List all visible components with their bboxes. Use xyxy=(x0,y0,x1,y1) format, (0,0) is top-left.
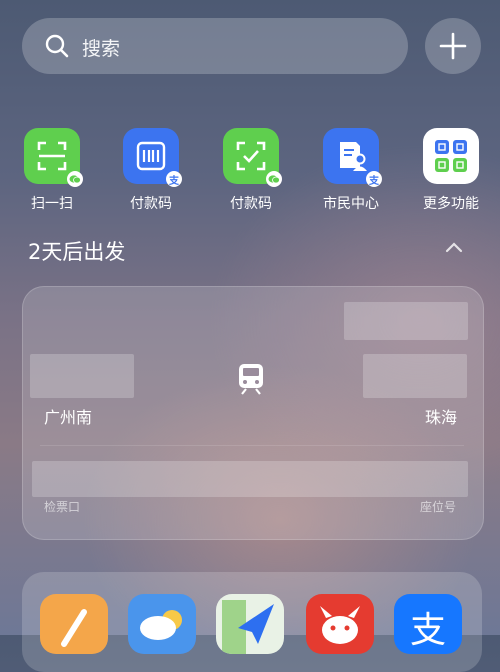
alipay-badge-icon: 支 xyxy=(366,171,382,187)
app-citizen-center[interactable]: 支 市民中心 xyxy=(306,128,396,218)
scan-icon xyxy=(24,128,83,187)
alipay-badge-icon: 支 xyxy=(166,171,182,187)
app-more-functions[interactable]: 更多功能 xyxy=(406,128,496,218)
grid-icon xyxy=(423,128,479,184)
search-icon xyxy=(45,34,69,58)
redacted-arrival-time xyxy=(363,354,467,398)
app-label: 市民中心 xyxy=(323,196,379,212)
plus-icon xyxy=(439,32,467,60)
wechat-badge-icon xyxy=(67,171,83,187)
qr-check-icon xyxy=(223,128,282,187)
add-button[interactable] xyxy=(425,18,481,74)
jd-icon[interactable] xyxy=(306,594,374,654)
citizen-doc-icon: 支 xyxy=(323,128,382,187)
app-label: 付款码 xyxy=(230,196,272,212)
note-pencil-icon[interactable] xyxy=(40,594,108,654)
svg-text:支: 支 xyxy=(410,610,446,651)
app-label: 付款码 xyxy=(130,196,172,212)
train-icon xyxy=(239,364,263,395)
app-label: 扫一扫 xyxy=(31,196,73,212)
divider xyxy=(40,445,464,446)
chevron-up-icon[interactable] xyxy=(443,240,465,254)
arrival-station: 珠海 xyxy=(425,408,458,427)
redacted-block xyxy=(344,302,468,340)
maps-icon[interactable] xyxy=(216,594,284,654)
app-label: 更多功能 xyxy=(423,196,479,212)
search-bar[interactable]: 搜索 xyxy=(22,18,408,74)
redacted-departure-time xyxy=(30,354,134,398)
alipay-icon[interactable]: 支 xyxy=(394,594,462,654)
app-pay-code-wechat[interactable]: 付款码 xyxy=(206,128,296,218)
app-scan[interactable]: 扫一扫 xyxy=(7,128,97,218)
gate-label: 检票口 xyxy=(44,500,81,514)
search-label: 搜索 xyxy=(82,38,121,60)
redacted-ticket-info xyxy=(32,461,468,497)
section-title: 2天后出发 xyxy=(28,240,126,264)
barcode-icon: 支 xyxy=(123,128,182,187)
wechat-badge-icon xyxy=(266,171,282,187)
app-pay-code-alipay[interactable]: 支 付款码 xyxy=(106,128,196,218)
departure-station: 广州南 xyxy=(44,408,93,427)
seat-label: 座位号 xyxy=(420,500,457,514)
weather-icon[interactable] xyxy=(128,594,196,654)
